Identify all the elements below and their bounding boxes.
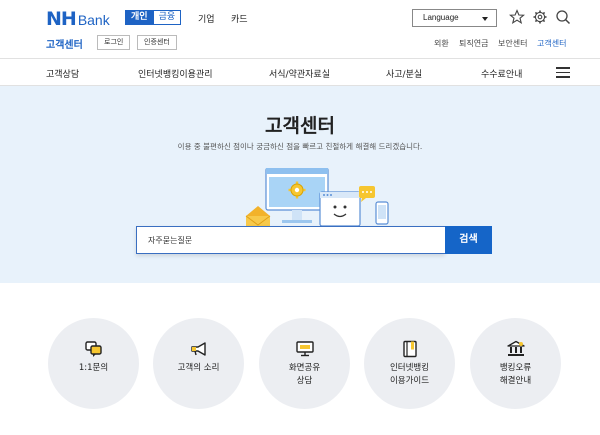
bank-building-icon xyxy=(507,340,525,356)
main-navigation: 고객상담 인터넷뱅킹이용관리 서식/약관자료실 사고/분실 수수료안내 xyxy=(0,58,600,86)
menu-fee-guide[interactable]: 수수료안내 xyxy=(481,67,522,80)
gear-icon[interactable] xyxy=(532,9,548,25)
hero-description: 이용 중 불편하신 점이나 궁금하신 점을 빠르고 친절하게 해결해 드리겠습니… xyxy=(177,142,423,151)
menu-accident-loss[interactable]: 사고/분실 xyxy=(386,67,422,80)
chat-bubbles-icon xyxy=(85,341,102,357)
faq-search-box xyxy=(136,226,445,254)
link-customer-center[interactable]: 고객센터 xyxy=(537,38,566,49)
quick-menu-banking-guide[interactable]: 인터넷뱅킹 이용가이드 xyxy=(364,318,455,409)
link-retirement-pension[interactable]: 퇴직연금 xyxy=(459,38,488,49)
quick-menu-screen-share[interactable]: 화면공유 상담 xyxy=(259,318,350,409)
login-button[interactable]: 로그인 xyxy=(97,35,131,50)
quick-menu-one-on-one-inquiry[interactable]: 1:1문의 xyxy=(48,318,139,409)
search-button[interactable]: 검색 xyxy=(445,226,492,254)
certificate-center-button[interactable]: 인증센터 xyxy=(137,35,177,50)
quick-menu-label: 인터넷뱅킹 이용가이드 xyxy=(389,363,430,386)
top-bar: NH Bank 개인 금융 기업 카드 Language 고객센터 로그인 인증… xyxy=(0,0,600,58)
megaphone-icon xyxy=(191,342,206,356)
segment-finance[interactable]: 금융 xyxy=(153,10,182,25)
screen-share-icon xyxy=(296,341,314,357)
quick-menu-customer-voice[interactable]: 고객의 소리 xyxy=(153,318,244,409)
nh-bank-logo[interactable]: NH Bank xyxy=(46,8,110,30)
search-icon[interactable] xyxy=(555,9,571,25)
quick-menu-label: 뱅킹오류 해결안내 xyxy=(499,363,532,386)
page-title: 고객센터 xyxy=(265,115,335,137)
nav-corporate[interactable]: 기업 xyxy=(198,12,215,25)
quick-menu-label: 고객의 소리 xyxy=(177,363,220,373)
faq-search-input[interactable] xyxy=(137,227,445,253)
quick-menu-label: 화면공유 상담 xyxy=(288,363,321,386)
segment-personal[interactable]: 개인 xyxy=(125,10,154,25)
link-security-center[interactable]: 보안센터 xyxy=(498,38,527,49)
logo-bank-text: Bank xyxy=(77,12,110,28)
hamburger-menu-icon[interactable] xyxy=(556,67,570,78)
customer-type-toggle: 개인 금융 xyxy=(125,10,182,25)
guide-book-icon xyxy=(403,340,417,358)
link-foreign-exchange[interactable]: 외환 xyxy=(434,38,449,49)
menu-customer-consult[interactable]: 고객상담 xyxy=(46,67,79,80)
language-select[interactable]: Language xyxy=(412,9,497,27)
nav-card[interactable]: 카드 xyxy=(231,12,248,25)
logo-nh-text: NH xyxy=(46,8,77,30)
quick-menu-label: 1:1문의 xyxy=(78,363,109,373)
star-icon[interactable] xyxy=(509,9,525,25)
menu-internet-banking[interactable]: 인터넷뱅킹이용관리 xyxy=(138,67,213,80)
language-label: Language xyxy=(423,13,459,22)
hero-section: 고객센터 이용 중 불편하신 점이나 궁금하신 점을 빠르고 친절하게 해결해 … xyxy=(0,86,600,283)
chevron-down-icon xyxy=(482,17,488,21)
menu-forms-terms[interactable]: 서식/약관자료실 xyxy=(269,67,330,80)
section-title[interactable]: 고객센터 xyxy=(46,36,83,51)
quick-menu-banking-error[interactable]: 뱅킹오류 해결안내 xyxy=(470,318,561,409)
